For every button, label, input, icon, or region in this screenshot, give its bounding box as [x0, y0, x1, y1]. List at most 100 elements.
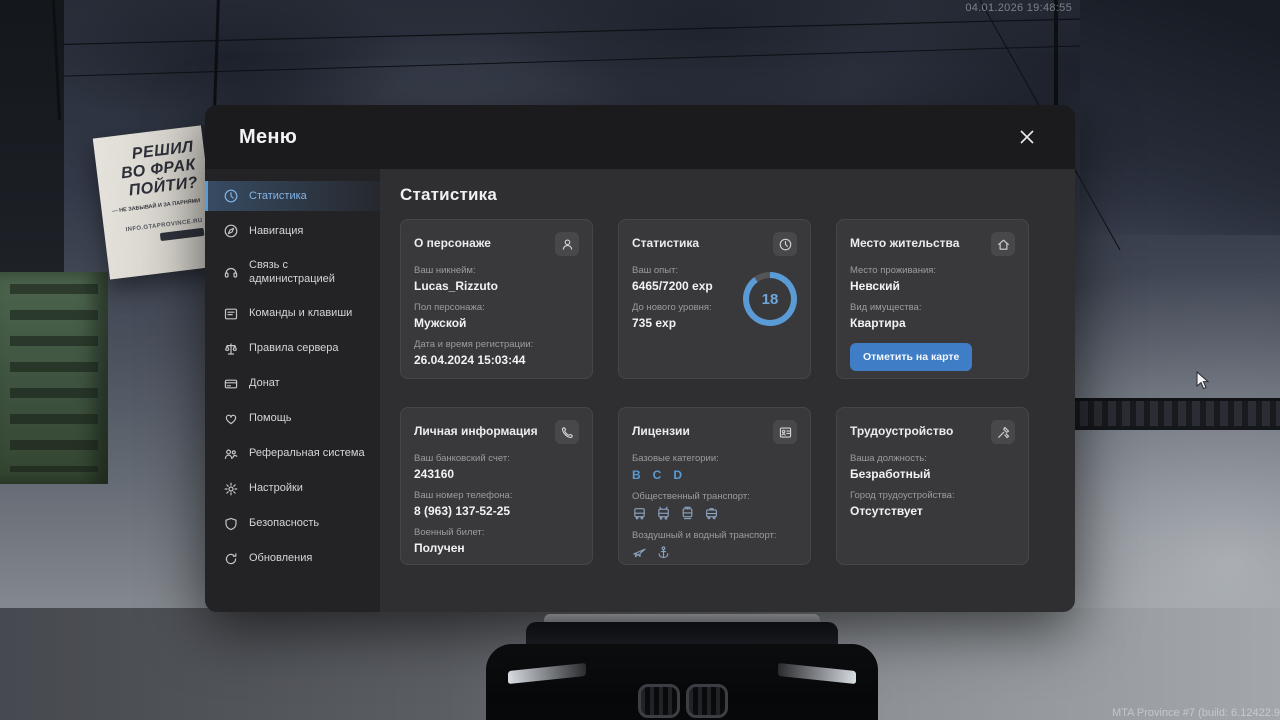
billboard-subtext: — НЕ ЗАБЫВАЙ И ЗА ПАРНЯМИ: [111, 197, 201, 215]
sidebar-item-referral[interactable]: Реферальная система: [205, 439, 380, 469]
tram-icon: [682, 506, 693, 520]
field-label: Место проживания:: [850, 265, 937, 276]
card-about: О персонаже Ваш никнейм: Lucas_Rizzuto П…: [400, 219, 593, 379]
street-railing: [1074, 398, 1280, 430]
level-progress-ring: 18: [743, 272, 797, 326]
sidebar: Статистика Навигация Связь с администрац…: [205, 169, 380, 612]
license-category: C: [652, 468, 662, 482]
game-screen: РЕШИЛ ВО ФРАК ПОЙТИ? — НЕ ЗАБЫВАЙ И ЗА П…: [0, 0, 1280, 720]
sidebar-item-label: Команды и клавиши: [249, 307, 353, 320]
clock-icon: [773, 232, 797, 256]
green-building: [0, 272, 108, 484]
heart-icon: [223, 411, 239, 427]
page-title: Статистика: [400, 185, 498, 204]
car-front: [486, 614, 878, 720]
license-category: B: [632, 468, 641, 482]
field-label: Ваш никнейм:: [414, 265, 476, 276]
field-value: Невский: [850, 279, 900, 293]
close-button[interactable]: [1013, 123, 1041, 151]
field-value: Lucas_Rizzuto: [414, 279, 499, 293]
cards-grid: О персонаже Ваш никнейм: Lucas_Rizzuto П…: [400, 219, 1029, 565]
field-label: Ваш банковский счет:: [414, 453, 510, 464]
sidebar-item-security[interactable]: Безопасность: [205, 509, 380, 539]
hud-datetime: 04.01.2026 19:48:55: [965, 2, 1072, 14]
field-value: Квартира: [850, 316, 906, 330]
sidebar-item-label: Статистика: [249, 189, 307, 202]
house-icon: [991, 232, 1015, 256]
person-icon: [555, 232, 579, 256]
bus-icon: [634, 508, 645, 520]
stats-fields: Ваш опыт: 6465/7200 exp До нового уровня…: [632, 256, 713, 330]
field-value: 6465/7200 exp: [632, 279, 713, 293]
sidebar-item-label: Помощь: [249, 412, 292, 425]
content-area: Статистика О персонаже Ваш никнейм: Luca…: [380, 169, 1075, 612]
field-value: Отсутствует: [850, 504, 923, 518]
sidebar-item-label: Связь с администрацией: [249, 259, 335, 286]
field-value: Получен: [414, 541, 465, 555]
card-title: О персонаже: [414, 236, 491, 250]
wrench-icon: [991, 420, 1015, 444]
clock-icon: [223, 188, 239, 204]
sidebar-item-label: Навигация: [249, 224, 304, 237]
field-label: Ваш номер телефона:: [414, 490, 513, 501]
card-employment: Трудоустройство Ваша должность: Безработ…: [836, 407, 1029, 565]
card-licenses: Лицензии Базовые категории: B C D Общест…: [618, 407, 811, 565]
field-label: Ваша должность:: [850, 453, 927, 464]
gear-icon: [223, 481, 239, 497]
sidebar-item-label: Донат: [249, 377, 280, 390]
sidebar-item-admin-contact[interactable]: Связь с администрацией: [205, 251, 380, 294]
car-grille-right: [686, 684, 728, 718]
mark-on-map-button[interactable]: Отметить на карте: [850, 343, 973, 371]
license-card-icon: [773, 420, 797, 444]
anchor-icon: [658, 546, 669, 558]
menu-header: Меню: [205, 105, 1075, 169]
card-stats: Статистика Ваш опыт: 6465/7200 exp До но…: [618, 219, 811, 379]
server-watermark: MTA Province #7 (build: 6.12422.9: [1112, 707, 1280, 719]
shield-icon: [223, 516, 239, 532]
field-label: Город трудоустройства:: [850, 490, 955, 501]
field-label: Дата и время регистрации:: [414, 339, 534, 350]
mouse-cursor: [1196, 371, 1210, 390]
card-title: Трудоустройство: [850, 424, 954, 438]
car-grille-left: [638, 684, 680, 718]
taxi-icon: [706, 508, 717, 520]
sidebar-item-help[interactable]: Помощь: [205, 404, 380, 434]
scales-icon: [223, 341, 239, 357]
trolleybus-icon: [658, 506, 669, 520]
field-value: 8 (963) 137-52-25: [414, 504, 511, 518]
card-title: Статистика: [632, 236, 700, 250]
field-value: 243160: [414, 467, 455, 481]
sidebar-item-label: Правила сервера: [249, 342, 339, 355]
keyboard-icon: [223, 306, 239, 322]
field-value: Мужской: [414, 316, 467, 330]
sidebar-item-donate[interactable]: Донат: [205, 369, 380, 399]
field-label: Военный билет:: [414, 527, 485, 538]
air-water-licenses: [632, 545, 797, 560]
card-title: Личная информация: [414, 424, 538, 438]
field-label: Общественный транспорт:: [632, 491, 750, 502]
field-label: Пол персонажа:: [414, 302, 485, 313]
sidebar-item-statistics[interactable]: Статистика: [205, 181, 380, 211]
refresh-icon: [223, 551, 239, 567]
sidebar-item-settings[interactable]: Настройки: [205, 474, 380, 504]
field-label: До нового уровня:: [632, 302, 712, 313]
sidebar-item-navigation[interactable]: Навигация: [205, 216, 380, 246]
sidebar-item-updates[interactable]: Обновления: [205, 544, 380, 574]
field-label: Ваш опыт:: [632, 265, 679, 276]
compass-icon: [223, 223, 239, 239]
sidebar-item-label: Безопасность: [249, 517, 320, 530]
close-icon: [1020, 130, 1034, 144]
sidebar-item-label: Реферальная система: [249, 447, 365, 460]
field-label: Воздушный и водный транспорт:: [632, 530, 777, 541]
building-silhouette-right: [1080, 0, 1280, 235]
billboard-logo: [159, 227, 205, 241]
sidebar-item-commands-keys[interactable]: Команды и клавиши: [205, 299, 380, 329]
card-title: Лицензии: [632, 424, 690, 438]
field-label: Базовые категории:: [632, 453, 719, 464]
plane-icon: [633, 548, 646, 558]
sidebar-item-server-rules[interactable]: Правила сервера: [205, 334, 380, 364]
field-value: 735 exp: [632, 316, 677, 330]
card-title: Место жительства: [850, 236, 960, 250]
card-residence: Место жительства Место проживания: Невск…: [836, 219, 1029, 379]
sidebar-item-label: Обновления: [249, 552, 313, 565]
